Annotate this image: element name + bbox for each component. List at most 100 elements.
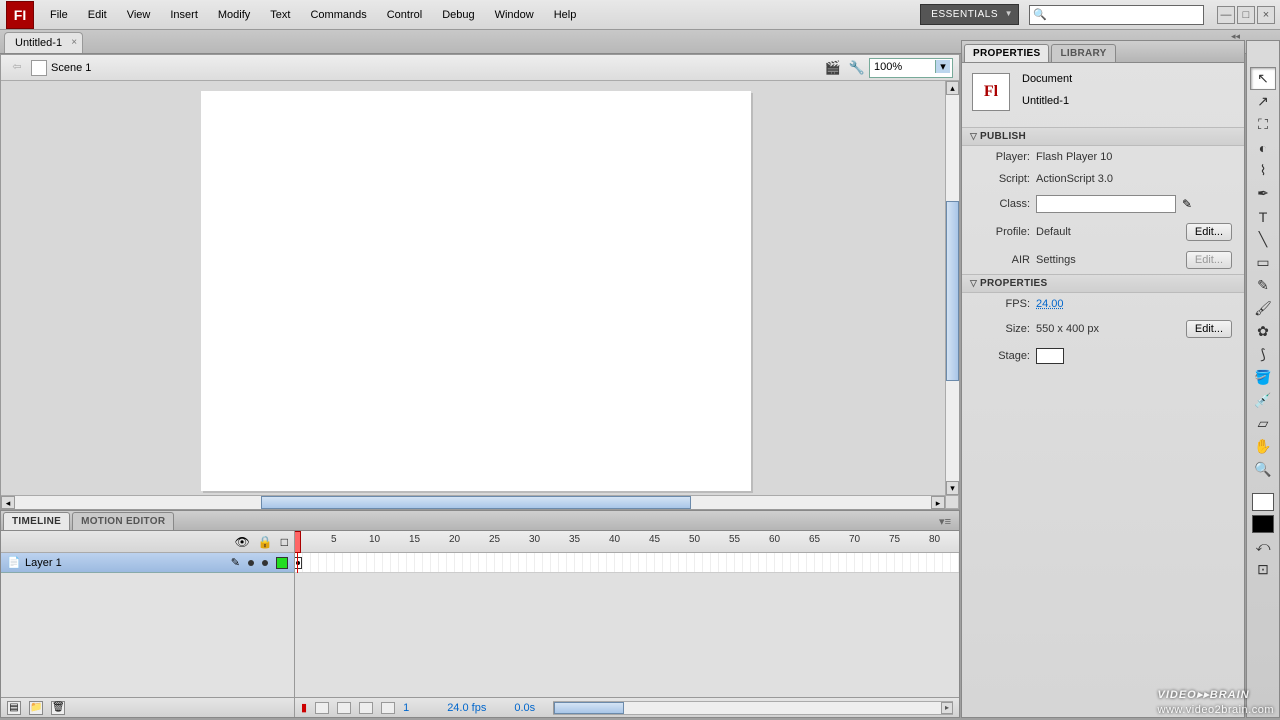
lock-header-icon[interactable]: 🔒: [258, 535, 273, 549]
outline-header-icon[interactable]: □: [281, 535, 288, 549]
menu-insert[interactable]: Insert: [160, 3, 208, 27]
playhead[interactable]: [295, 531, 301, 553]
layer-row[interactable]: 📄 Layer 1 ✎: [1, 553, 294, 573]
frame-ruler[interactable]: 5 10 15 20 25 30 35 40 45 50 55 60 65 70…: [295, 531, 959, 553]
fps-value[interactable]: 24.00: [1036, 298, 1064, 310]
frames-empty-area: [295, 573, 959, 697]
collapse-icon[interactable]: ◂◂: [1231, 31, 1240, 42]
document-tab-title: Untitled-1: [15, 37, 62, 49]
nav-back-icon[interactable]: ⇦: [9, 60, 25, 76]
horizontal-scrollbar[interactable]: ◂ ▸: [1, 495, 945, 509]
onion-outline-button[interactable]: [337, 702, 351, 714]
menu-view[interactable]: View: [117, 3, 161, 27]
watermark-url: www.video2brain.com: [1158, 704, 1275, 716]
stage-viewport[interactable]: [1, 81, 945, 495]
scroll-left-arrow[interactable]: ◂: [1, 496, 15, 509]
class-input[interactable]: [1036, 195, 1176, 213]
lasso-tool[interactable]: ⌇: [1250, 159, 1276, 182]
eyedropper-tool[interactable]: 💉: [1250, 389, 1276, 412]
frames-area[interactable]: 5 10 15 20 25 30 35 40 45 50 55 60 65 70…: [295, 531, 959, 697]
bone-tool[interactable]: ⟆: [1250, 343, 1276, 366]
edit-multi-button[interactable]: [359, 702, 373, 714]
deco-tool[interactable]: ✿: [1250, 320, 1276, 343]
layer-lock-dot[interactable]: [262, 560, 268, 566]
layer-edit-icon: ✎: [231, 556, 240, 569]
swap-colors-icon[interactable]: ⤺: [1250, 535, 1276, 558]
scroll-thumb-h[interactable]: [261, 496, 691, 509]
fill-color-swatch[interactable]: [1252, 515, 1274, 533]
snap-icon[interactable]: ⊡: [1250, 558, 1276, 581]
rectangle-tool[interactable]: ▭: [1250, 251, 1276, 274]
onion-skin-button[interactable]: [315, 702, 329, 714]
edit-symbol-icon[interactable]: 🔧: [848, 59, 866, 77]
search-input[interactable]: [1029, 5, 1204, 25]
properties-section-header[interactable]: PROPERTIES: [962, 274, 1244, 293]
timeline-panel-menu-icon[interactable]: ▾≡: [935, 513, 955, 530]
app-icon: FI: [6, 1, 34, 29]
menu-window[interactable]: Window: [485, 3, 544, 27]
document-tab[interactable]: Untitled-1 ×: [4, 32, 83, 53]
edit-scene-icon[interactable]: 🎬: [824, 59, 842, 77]
stage-color-swatch[interactable]: [1036, 348, 1064, 364]
frame-scroll-right[interactable]: ▸: [941, 702, 953, 714]
zoom-select[interactable]: 100%: [869, 58, 953, 78]
layer-visible-dot[interactable]: [248, 560, 254, 566]
layer-outline-swatch[interactable]: [276, 557, 288, 569]
edit-class-icon[interactable]: ✎: [1182, 197, 1192, 211]
ruler-tick: 50: [689, 534, 700, 545]
tab-motion-editor[interactable]: MOTION EDITOR: [72, 512, 174, 530]
scroll-down-arrow[interactable]: ▾: [946, 481, 959, 495]
minimize-button[interactable]: —: [1217, 6, 1235, 24]
script-value: ActionScript 3.0: [1036, 173, 1113, 185]
air-edit-button[interactable]: Edit...: [1186, 251, 1232, 269]
text-tool[interactable]: T: [1250, 205, 1276, 228]
hand-tool[interactable]: ✋: [1250, 435, 1276, 458]
stroke-color-swatch[interactable]: [1252, 493, 1274, 511]
zoom-tool[interactable]: 🔍: [1250, 458, 1276, 481]
menu-modify[interactable]: Modify: [208, 3, 260, 27]
scroll-right-arrow[interactable]: ▸: [931, 496, 945, 509]
3d-rotation-tool[interactable]: ◐: [1250, 136, 1276, 159]
line-tool[interactable]: ╲: [1250, 228, 1276, 251]
subselection-tool[interactable]: ↗: [1250, 90, 1276, 113]
publish-section-header[interactable]: PUBLISH: [962, 127, 1244, 146]
eraser-tool[interactable]: ▱: [1250, 412, 1276, 435]
watermark: VIDEO▸▸BRAIN www.video2brain.com: [1158, 678, 1275, 716]
new-layer-button[interactable]: ▤: [7, 701, 21, 715]
visibility-header-icon[interactable]: 👁: [235, 535, 250, 549]
tab-properties[interactable]: PROPERTIES: [964, 44, 1049, 62]
frame-row[interactable]: [295, 553, 959, 573]
paint-bucket-tool[interactable]: 🪣: [1250, 366, 1276, 389]
menu-commands[interactable]: Commands: [300, 3, 376, 27]
close-tab-icon[interactable]: ×: [71, 37, 77, 48]
stage-canvas[interactable]: [201, 91, 751, 491]
size-edit-button[interactable]: Edit...: [1186, 320, 1232, 338]
free-transform-tool[interactable]: ⛶: [1250, 113, 1276, 136]
tab-timeline[interactable]: TIMELINE: [3, 512, 70, 530]
stage-panel: ⇦ Scene 1 🎬 🔧 100% ▴ ▾ ◂ ▸: [0, 54, 960, 510]
profile-edit-button[interactable]: Edit...: [1186, 223, 1232, 241]
layer-column: 👁 🔒 □ 📄 Layer 1 ✎: [1, 531, 295, 697]
scroll-up-arrow[interactable]: ▴: [946, 81, 959, 95]
menu-text[interactable]: Text: [260, 3, 300, 27]
selection-tool[interactable]: ↖: [1250, 67, 1276, 90]
menu-edit[interactable]: Edit: [78, 3, 117, 27]
workspace-dropdown[interactable]: ESSENTIALS: [920, 4, 1019, 25]
frame-scrollbar[interactable]: ◂ ▸: [553, 701, 953, 715]
menu-control[interactable]: Control: [377, 3, 432, 27]
scroll-thumb-v[interactable]: [946, 201, 959, 381]
pencil-tool[interactable]: ✎: [1250, 274, 1276, 297]
frame-scroll-thumb[interactable]: [554, 702, 624, 714]
menu-help[interactable]: Help: [544, 3, 587, 27]
pen-tool[interactable]: ✒: [1250, 182, 1276, 205]
vertical-scrollbar[interactable]: ▴ ▾: [945, 81, 959, 495]
maximize-button[interactable]: □: [1237, 6, 1255, 24]
onion-markers-button[interactable]: [381, 702, 395, 714]
menu-file[interactable]: File: [40, 3, 78, 27]
menu-debug[interactable]: Debug: [432, 3, 484, 27]
close-button[interactable]: ×: [1257, 6, 1275, 24]
delete-layer-button[interactable]: 🗑: [51, 701, 65, 715]
brush-tool[interactable]: 🖌: [1250, 297, 1276, 320]
tab-library[interactable]: LIBRARY: [1051, 44, 1115, 62]
new-folder-button[interactable]: 📁: [29, 701, 43, 715]
